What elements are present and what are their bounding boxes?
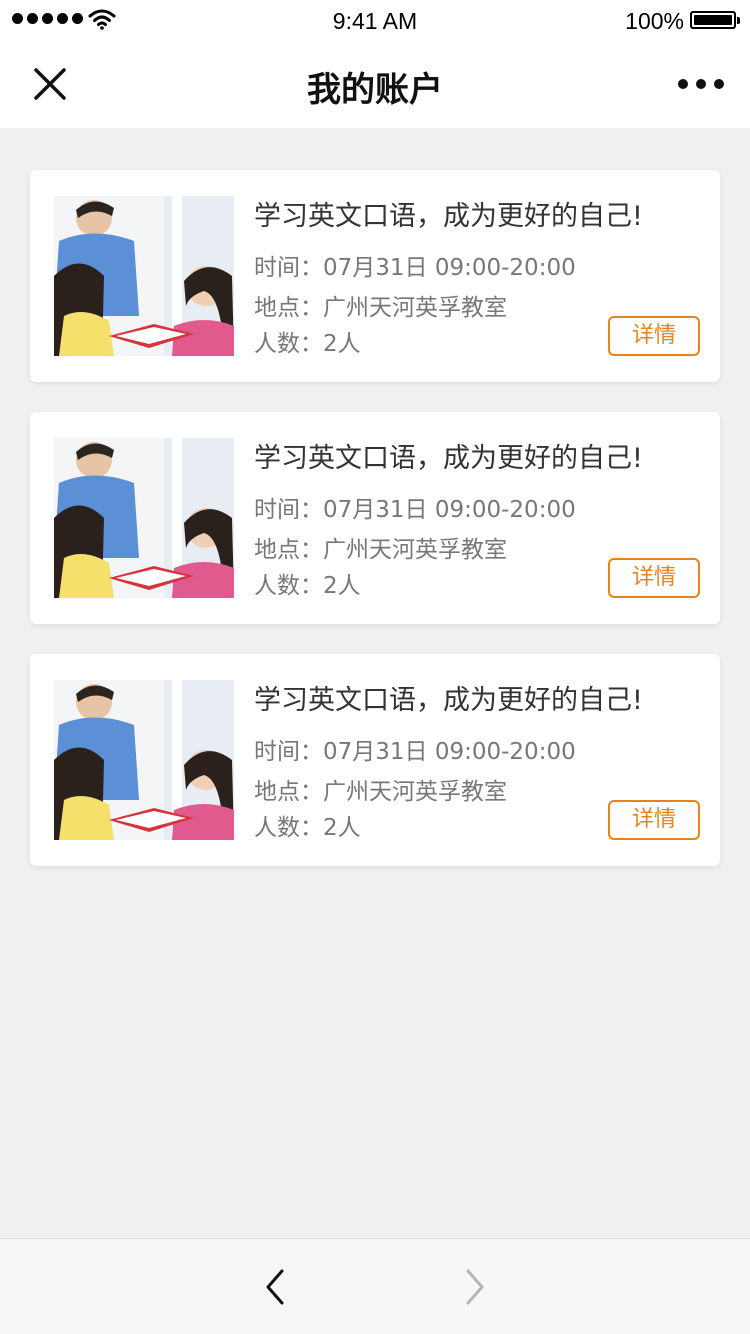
card-time: 时间：07月31日 09:00-20:00 <box>254 248 576 282</box>
card-location: 地点：广州天河英孚教室 <box>254 772 507 806</box>
card-time: 时间：07月31日 09:00-20:00 <box>254 490 576 524</box>
card-headcount: 人数：2人 <box>254 808 361 842</box>
card-headcount: 人数：2人 <box>254 566 361 600</box>
more-icon[interactable] <box>678 74 724 94</box>
location-label: 地点： <box>254 537 323 563</box>
card-title: 学习英文口语，成为更好的自己! <box>254 443 643 474</box>
nav-bar: 我的账户 <box>0 40 750 128</box>
card-time: 时间：07月31日 09:00-20:00 <box>254 732 576 766</box>
headcount-value: 2人 <box>323 573 361 599</box>
detail-button[interactable]: 详情 <box>608 558 700 598</box>
chevron-right-icon[interactable] <box>458 1267 490 1307</box>
card-location: 地点：广州天河英孚教室 <box>254 288 507 322</box>
chevron-left-icon[interactable] <box>260 1267 292 1307</box>
time-value: 07月31日 09:00-20:00 <box>323 497 576 523</box>
battery-icon <box>690 11 740 29</box>
status-bar: 9:41 AM 100% <box>0 0 750 40</box>
time-label: 时间： <box>254 739 323 765</box>
course-thumbnail <box>54 196 234 356</box>
course-thumbnail <box>54 680 234 840</box>
location-value: 广州天河英孚教室 <box>323 537 507 563</box>
location-value: 广州天河英孚教室 <box>323 295 507 321</box>
card-list: 学习英文口语，成为更好的自己! 时间：07月31日 09:00-20:00 地点… <box>30 170 720 896</box>
time-value: 07月31日 09:00-20:00 <box>323 255 576 281</box>
time-value: 07月31日 09:00-20:00 <box>323 739 576 765</box>
time-label: 时间： <box>254 255 323 281</box>
course-card[interactable]: 学习英文口语，成为更好的自己! 时间：07月31日 09:00-20:00 地点… <box>30 170 720 382</box>
detail-button[interactable]: 详情 <box>608 800 700 840</box>
card-location: 地点：广州天河英孚教室 <box>254 530 507 564</box>
headcount-value: 2人 <box>323 815 361 841</box>
card-title: 学习英文口语，成为更好的自己! <box>254 685 643 716</box>
location-value: 广州天河英孚教室 <box>323 779 507 805</box>
location-label: 地点： <box>254 295 323 321</box>
headcount-value: 2人 <box>323 331 361 357</box>
course-thumbnail <box>54 438 234 598</box>
bottom-toolbar <box>0 1238 750 1334</box>
location-label: 地点： <box>254 779 323 805</box>
card-title: 学习英文口语，成为更好的自己! <box>254 201 643 232</box>
detail-button[interactable]: 详情 <box>608 316 700 356</box>
course-card[interactable]: 学习英文口语，成为更好的自己! 时间：07月31日 09:00-20:00 地点… <box>30 412 720 624</box>
headcount-label: 人数： <box>254 331 323 357</box>
card-headcount: 人数：2人 <box>254 324 361 358</box>
headcount-label: 人数： <box>254 815 323 841</box>
course-card[interactable]: 学习英文口语，成为更好的自己! 时间：07月31日 09:00-20:00 地点… <box>30 654 720 866</box>
page-title: 我的账户 <box>307 70 443 110</box>
time-label: 时间： <box>254 497 323 523</box>
headcount-label: 人数： <box>254 573 323 599</box>
battery-percentage: 100% <box>625 8 684 34</box>
